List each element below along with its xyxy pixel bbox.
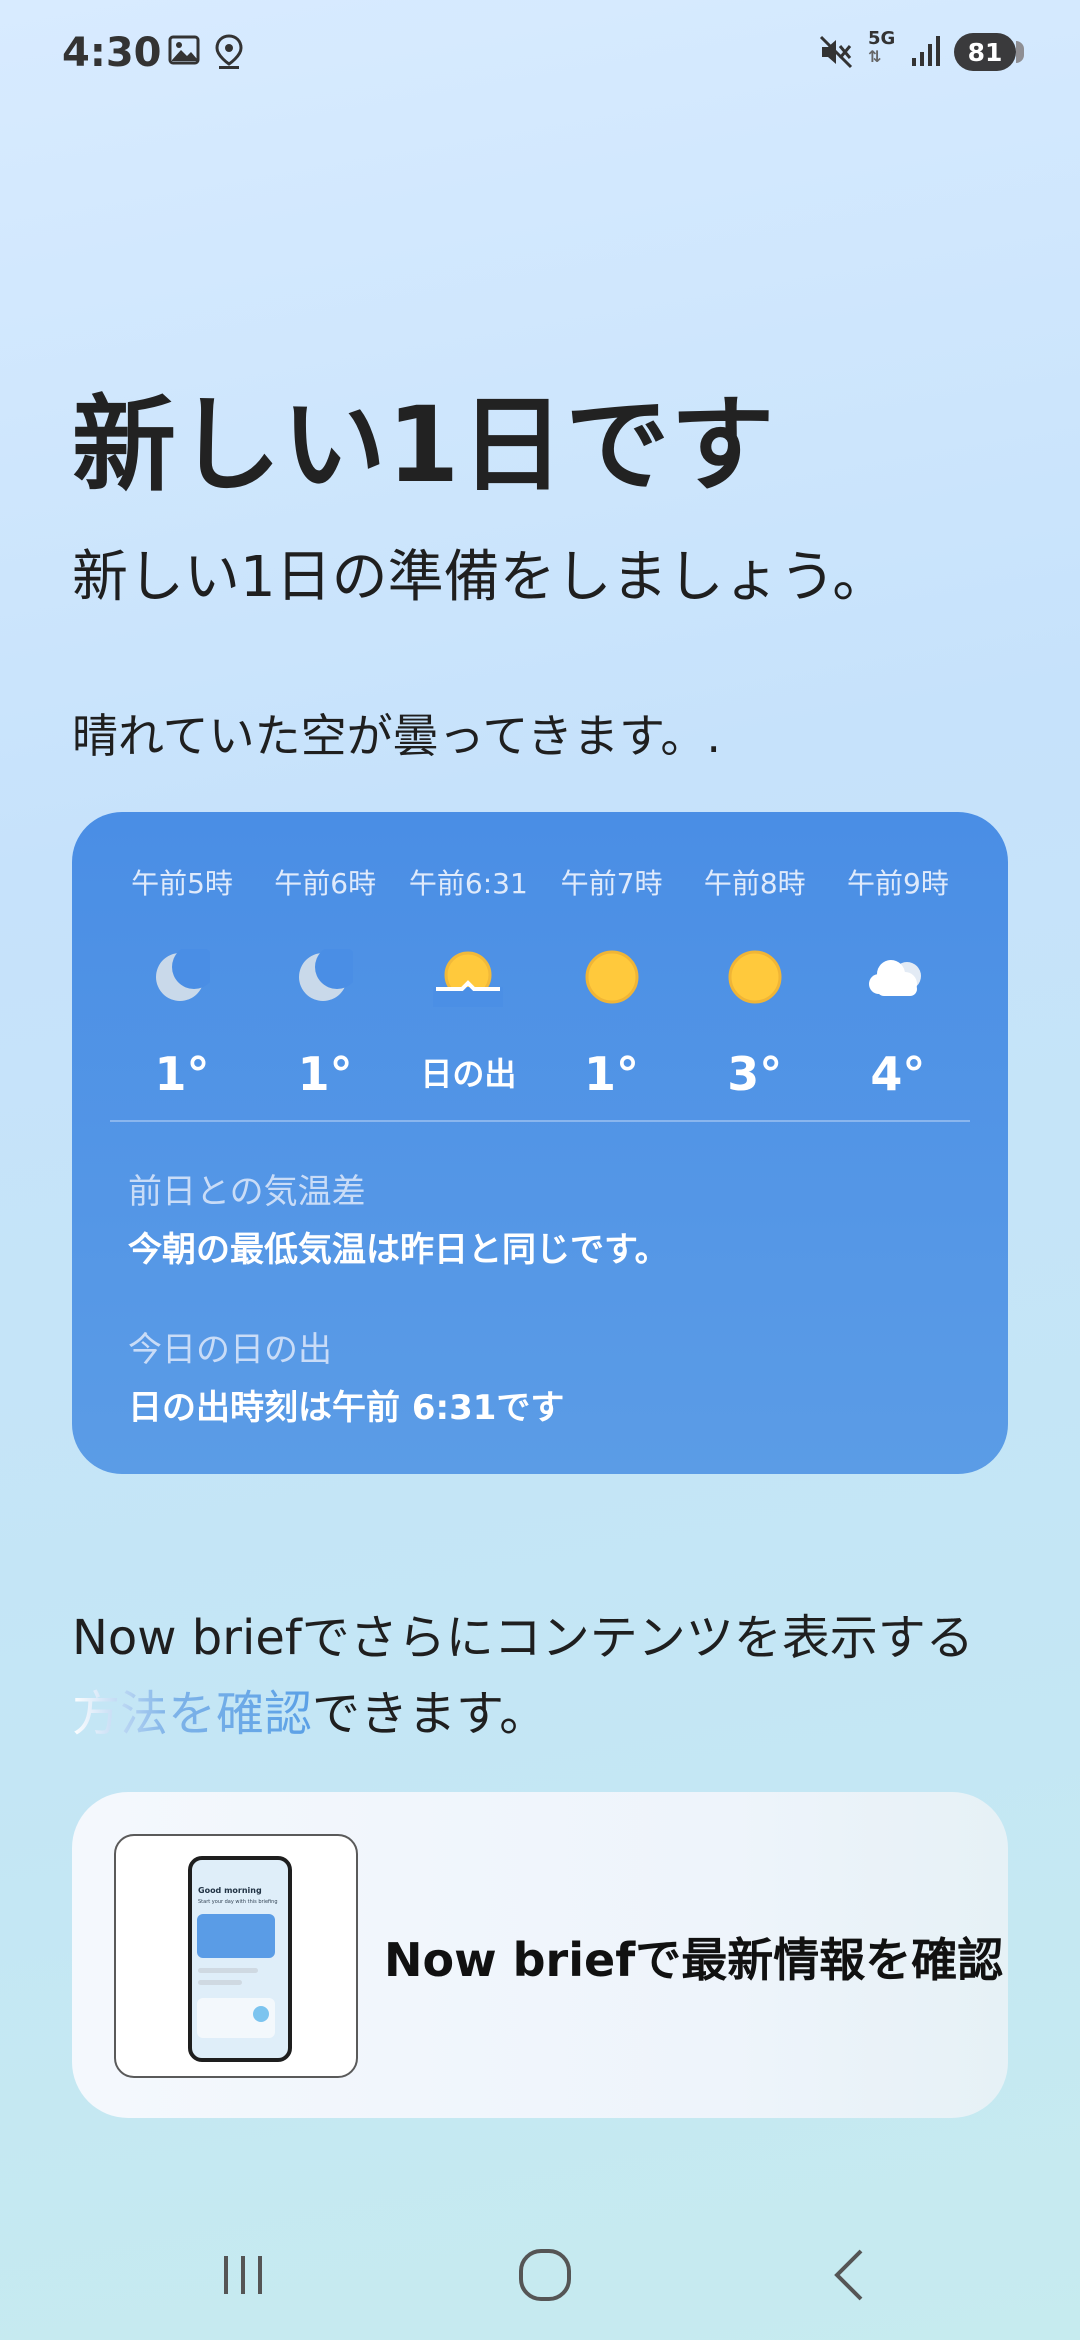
battery-icon: 81	[954, 33, 1024, 71]
status-bar: 4:30 5G ⇅ 81	[0, 0, 1080, 110]
sun-icon	[720, 942, 790, 1012]
hour-item: 午前5時 1°	[112, 862, 252, 1102]
hour-item: 午前7時 1°	[542, 862, 682, 1102]
moon-icon	[147, 942, 217, 1012]
sunrise-icon	[433, 942, 504, 1012]
now-brief-label: Now briefで最新情報を確認	[384, 1933, 1004, 1987]
back-icon	[834, 2249, 863, 2301]
recents-button[interactable]	[198, 2240, 288, 2310]
home-button[interactable]	[500, 2240, 590, 2310]
brief-description: Now briefでさらにコンテンツを表示する 方法を確認できます。	[72, 1600, 1012, 1752]
brief-text-fade: 方法を確認	[72, 1686, 313, 1742]
gallery-icon	[168, 34, 200, 70]
hour-temp: 4°	[870, 1047, 926, 1101]
thumb-line	[198, 1980, 242, 1985]
recents-icon	[224, 2256, 262, 2294]
battery-level: 81	[967, 37, 1003, 67]
location-icon	[214, 34, 244, 74]
hour-item: 午前9時 4°	[828, 862, 968, 1102]
hour-label: 午前5時	[131, 867, 233, 900]
cloud-icon	[863, 942, 933, 1012]
hour-label: 午前6時	[274, 867, 377, 900]
signal-icon	[910, 34, 942, 72]
thumb-greeting: Good morning	[198, 1886, 262, 1895]
network-type: 5G	[868, 28, 896, 49]
mute-icon	[818, 34, 854, 74]
navigation-bar	[0, 2210, 1080, 2340]
temp-diff-label: 前日との気温差	[128, 1172, 366, 1212]
now-brief-thumbnail: Good morning Start your day with this br…	[114, 1834, 358, 2078]
hour-label: 午前9時	[847, 867, 949, 900]
status-time: 4:30	[62, 30, 162, 76]
moon-icon	[290, 942, 360, 1012]
phone-illustration: Good morning Start your day with this br…	[188, 1856, 292, 2062]
brief-text-end: できます。	[312, 1686, 548, 1742]
temp-diff-value: 今朝の最低気温は昨日と同じです。	[128, 1230, 669, 1270]
hour-label: 午前7時	[560, 867, 663, 900]
thumb-box	[197, 1998, 275, 2038]
hour-item: 午前6:31 日の出	[398, 862, 538, 1102]
hour-temp: 日の出	[420, 1055, 517, 1093]
thumb-line	[198, 1968, 258, 1973]
page-subtitle: 新しい1日の準備をしましょう。	[72, 545, 889, 610]
weather-card[interactable]: 午前5時 1° 午前6時 1° 午前6:31 日の出 午前7時 1° 午前8時 …	[72, 812, 1008, 1474]
hourly-forecast: 午前5時 1° 午前6時 1° 午前6:31 日の出 午前7時 1° 午前8時 …	[112, 862, 968, 1102]
weather-message: 晴れていた空が曇ってきます。.	[72, 709, 721, 763]
hour-label: 午前8時	[703, 867, 806, 900]
page-title: 新しい1日です	[72, 384, 776, 506]
card-divider	[110, 1120, 970, 1122]
5g-data-icon: 5G ⇅	[868, 28, 896, 66]
thumb-subtitle: Start your day with this briefing	[198, 1899, 278, 1905]
hour-temp: 1°	[584, 1047, 640, 1101]
hour-temp: 3°	[727, 1047, 783, 1101]
thumb-dot	[253, 2006, 269, 2022]
sun-icon	[577, 942, 647, 1012]
hour-item: 午前6時 1°	[255, 862, 395, 1102]
hour-item: 午前8時 3°	[685, 862, 825, 1102]
brief-text-main: Now briefでさらにコンテンツを表示する	[72, 1610, 974, 1666]
thumb-weather-card	[197, 1914, 275, 1958]
home-icon	[519, 2249, 571, 2301]
sunrise-value: 日の出時刻は午前 6:31です	[128, 1388, 565, 1428]
hour-label: 午前6:31	[408, 867, 528, 900]
hour-temp: 1°	[154, 1047, 210, 1101]
back-button[interactable]	[804, 2240, 894, 2310]
sunrise-label: 今日の日の出	[128, 1330, 332, 1370]
hour-temp: 1°	[297, 1047, 353, 1101]
now-brief-card[interactable]: Good morning Start your day with this br…	[72, 1792, 1008, 2118]
